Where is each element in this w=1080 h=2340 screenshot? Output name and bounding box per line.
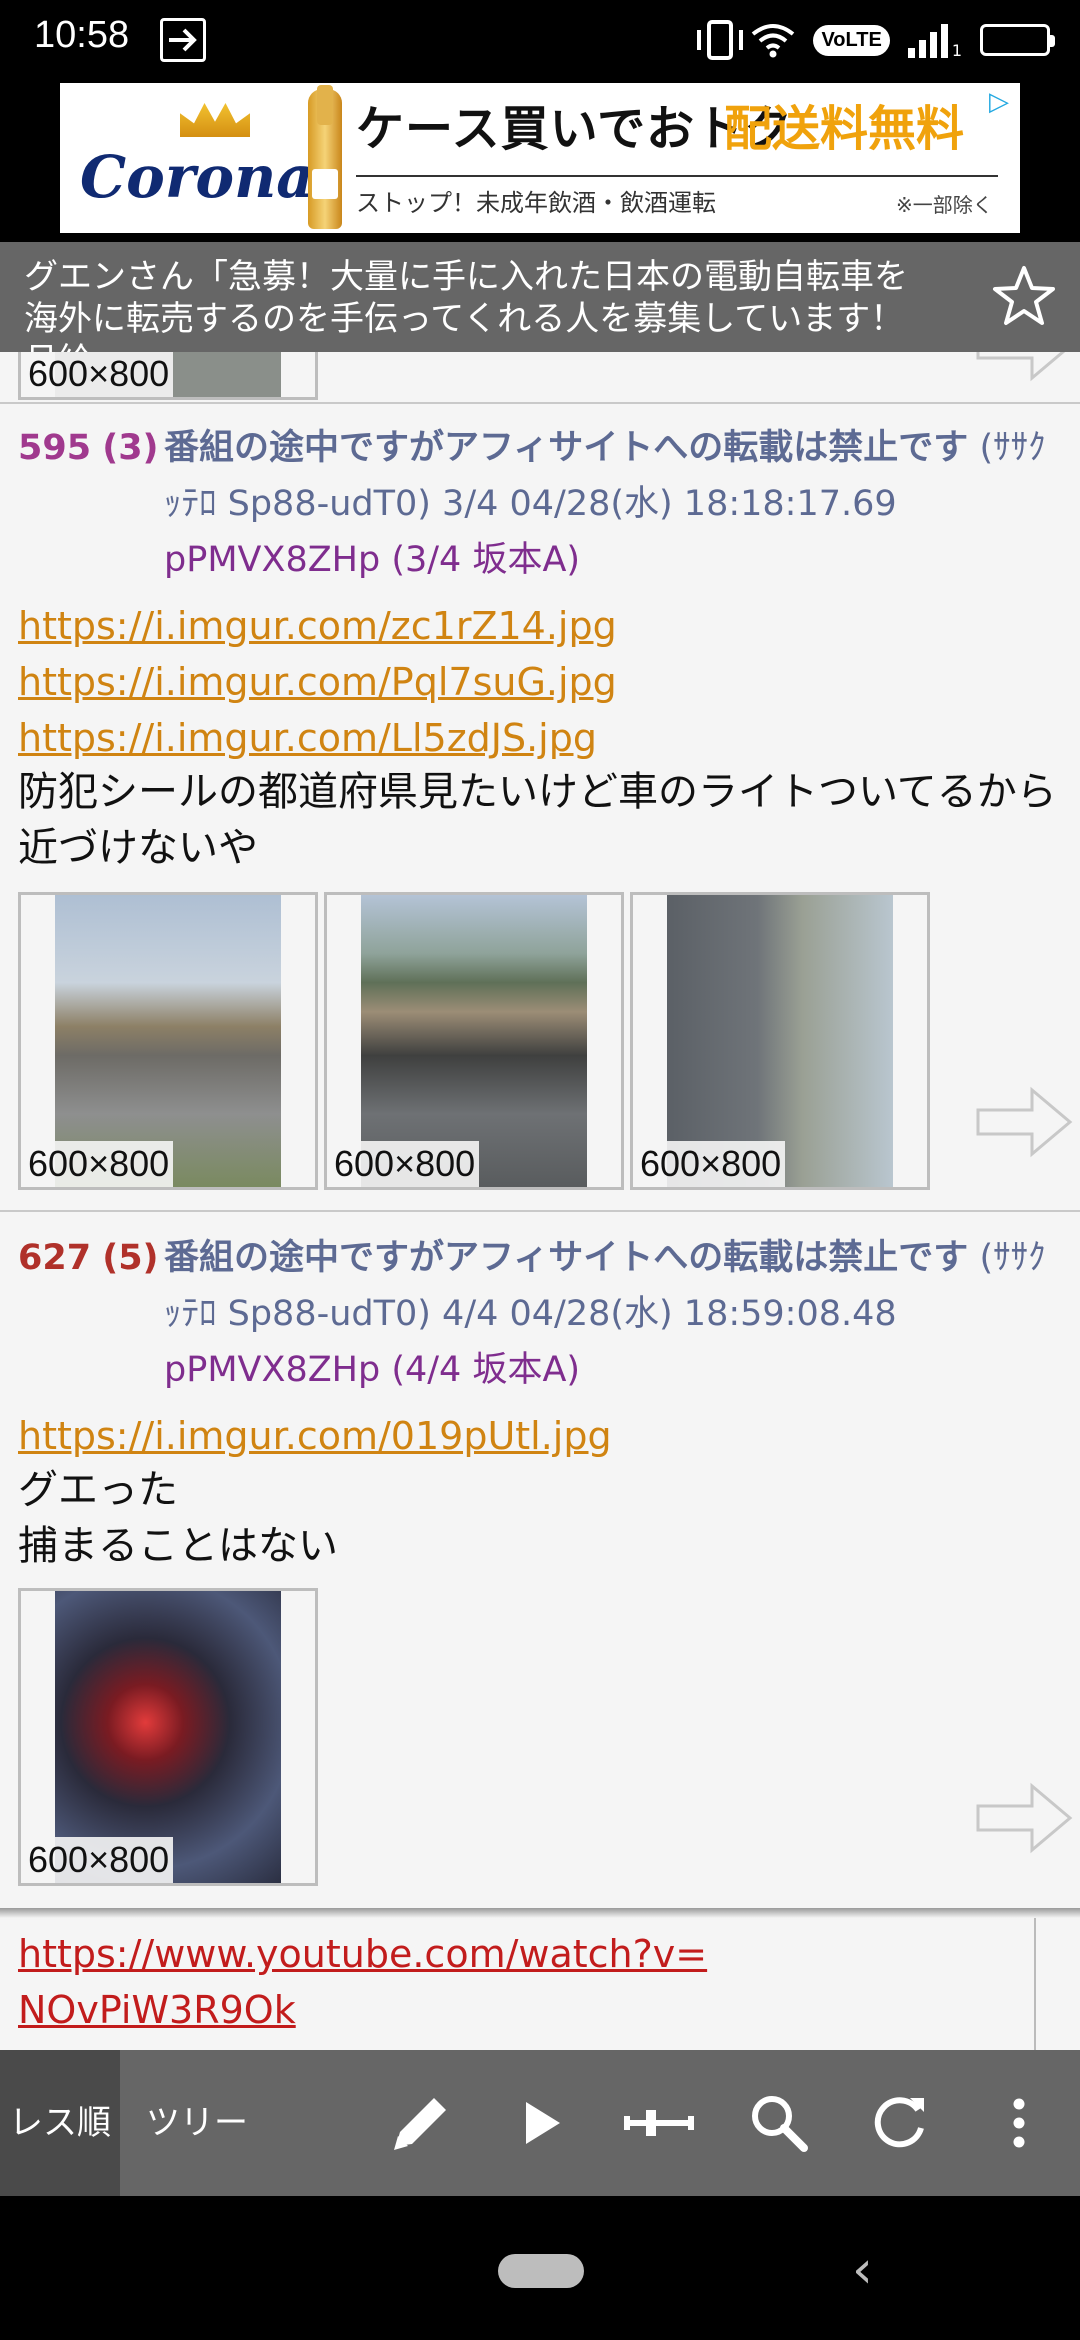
post-body: 防犯シールの都道府県見たいけど車のライトついてるから近づけないや	[18, 769, 1057, 871]
post-body-line: グエった	[18, 1467, 178, 1513]
pencil-icon	[394, 2098, 446, 2150]
crown-icon	[180, 103, 250, 137]
clock: 10:58	[34, 14, 130, 56]
image-thumbnail[interactable]: 600×800	[18, 352, 318, 400]
ad-container: Corona ケース買いでおトク 配送料無料 ストップ！未成年飲酒・飲酒運転 ※…	[0, 80, 1080, 242]
popup-shadow	[0, 1908, 1080, 1918]
tab-response-order[interactable]: レス順	[0, 2050, 120, 2196]
play-button[interactable]	[498, 2080, 584, 2166]
refresh-button[interactable]	[856, 2080, 942, 2166]
forward-arrow-icon	[160, 18, 206, 62]
ad-note: ※一部除く	[896, 193, 993, 217]
bookmark-star-icon[interactable]	[990, 262, 1058, 330]
post-name: 番組の途中ですがアフィサイトへの転載は禁止です	[164, 428, 969, 468]
post-divider	[0, 402, 1080, 404]
bottom-toolbar: レス順 ツリー	[0, 2050, 1080, 2196]
back-chevron-icon[interactable]: ‹	[852, 2240, 873, 2300]
ad-brand: Corona	[80, 143, 314, 211]
post-name: 番組の途中ですがアフィサイトへの転載は禁止です	[164, 1238, 969, 1278]
vibrate-icon	[697, 20, 744, 60]
next-arrow-icon[interactable]	[974, 1780, 1074, 1856]
post-divider	[0, 1210, 1080, 1212]
search-button[interactable]	[736, 2080, 822, 2166]
thumb-size-label: 600×800	[24, 1837, 174, 1883]
status-icons: VoLTE 1	[697, 16, 1055, 64]
image-link[interactable]: https://i.imgur.com/zc1rZ14.jpg	[18, 598, 617, 654]
bottle-icon	[308, 85, 342, 229]
image-thumbnail[interactable]: 600×800	[630, 892, 930, 1190]
status-bar: 10:58 VoLTE 1	[0, 0, 1080, 80]
next-arrow-icon[interactable]	[974, 1084, 1074, 1160]
post-header: 番組の途中ですがアフィサイトへの転載は禁止です (ｻｻｸｯﾃﾛ Sp88-udT…	[164, 420, 1054, 532]
ad-highlight: 配送料無料	[724, 101, 965, 157]
more-vert-icon	[1013, 2098, 1025, 2148]
image-link[interactable]: https://i.imgur.com/019pUtl.jpg	[18, 1408, 612, 1464]
image-link[interactable]: https://i.imgur.com/Pql7suG.jpg	[18, 654, 617, 710]
post-id[interactable]: pPMVX8ZHp (4/4 坂本A)	[164, 1342, 580, 1398]
more-menu-button[interactable]	[976, 2080, 1062, 2166]
refresh-icon	[874, 2097, 924, 2148]
next-arrow-icon[interactable]	[974, 352, 1074, 384]
play-icon	[526, 2102, 560, 2144]
underlying-post[interactable]: https://www.youtube.com/watch?v= NOvPiW3…	[0, 1918, 1036, 2050]
write-button[interactable]	[378, 2080, 464, 2166]
volte-badge: VoLTE	[813, 24, 890, 56]
post-body-line: 捕まることはない	[18, 1523, 338, 1569]
adchoices-icon[interactable]: ▷	[984, 87, 1014, 117]
signal-icon	[907, 22, 948, 58]
thumb-size-label: 600×800	[24, 352, 174, 397]
image-thumbnail[interactable]: 600×800	[18, 1588, 318, 1886]
wifi-icon	[752, 24, 795, 58]
jump-button[interactable]	[616, 2080, 702, 2166]
youtube-link[interactable]: https://www.youtube.com/watch?v= NOvPiW3…	[18, 1926, 707, 2038]
thread-header: グエンさん「急募！大量に手に入れた日本の電動自転車を海外に転売するのを手伝ってく…	[0, 242, 1080, 381]
post-id[interactable]: pPMVX8ZHp (3/4 坂本A)	[164, 532, 580, 588]
image-link[interactable]: https://i.imgur.com/Ll5zdJS.jpg	[18, 710, 597, 766]
ad-banner[interactable]: Corona ケース買いでおトク 配送料無料 ストップ！未成年飲酒・飲酒運転 ※…	[60, 83, 1020, 233]
ad-subtext: ストップ！未成年飲酒・飲酒運転	[356, 189, 716, 217]
battery-icon	[980, 24, 1055, 56]
sim-slot: 1	[951, 40, 962, 60]
thumb-size-label: 600×800	[330, 1141, 480, 1187]
thumb-size-label: 600×800	[636, 1141, 786, 1187]
ad-divider	[356, 175, 998, 177]
image-thumbnail[interactable]: 600×800	[324, 892, 624, 1190]
home-pill[interactable]	[498, 2254, 584, 2288]
image-thumbnail[interactable]: 600×800	[18, 892, 318, 1190]
slider-icon	[624, 2110, 694, 2136]
post-header: 番組の途中ですがアフィサイトへの転載は禁止です (ｻｻｸｯﾃﾛ Sp88-udT…	[164, 1230, 1054, 1342]
system-nav-bar: ‹	[0, 2196, 1080, 2340]
thread-content[interactable]: 600×800 595 (3) 番組の途中ですがアフィサイトへの転載は禁止です …	[0, 352, 1080, 2050]
search-icon	[752, 2096, 808, 2152]
post-number[interactable]: 595 (3)	[18, 420, 159, 476]
thumb-size-label: 600×800	[24, 1141, 174, 1187]
post-number[interactable]: 627 (5)	[18, 1230, 159, 1286]
tab-tree[interactable]: ツリー	[122, 2050, 272, 2196]
